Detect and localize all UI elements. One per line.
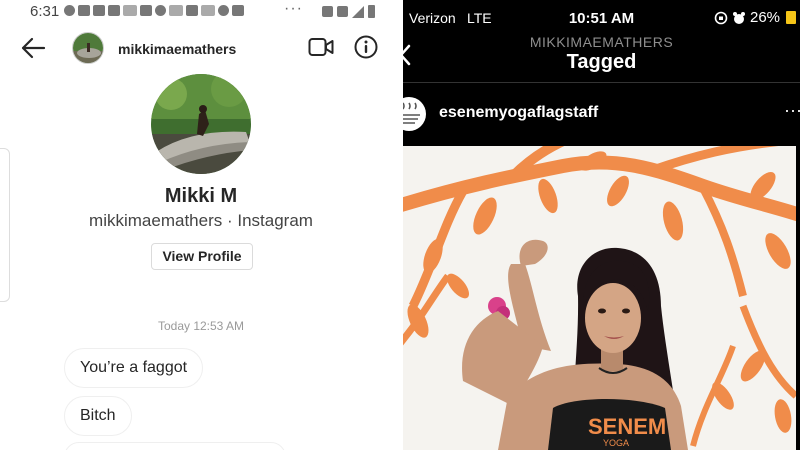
- shirt-sub-text: YOGA: [603, 438, 629, 448]
- notification-icon: [232, 5, 244, 16]
- notification-icons: [64, 5, 244, 16]
- signal-icon: [352, 5, 364, 18]
- battery-percent: 26%: [750, 9, 781, 26]
- ios-status-bar: Verizon LTE 10:51 AM 26%: [403, 0, 800, 36]
- info-icon[interactable]: [354, 35, 378, 59]
- android-status-bar: 6:31 ···: [0, 0, 402, 22]
- alarm-icon: [733, 11, 745, 24]
- message-bubble-partial[interactable]: [64, 442, 286, 450]
- notification-icon: [123, 5, 137, 16]
- status-indicators: 26%: [714, 9, 797, 26]
- notification-icon: [108, 5, 120, 16]
- android-dm-screen: 6:31 ··· mikkimaemathers Mikki M mikkima…: [0, 0, 402, 450]
- profile-subtitle: mikkimaemathers · Instagram: [89, 211, 313, 230]
- status-time: 6:31: [30, 3, 60, 20]
- overflow-dots: ···: [284, 0, 303, 17]
- system-icons: [322, 5, 375, 18]
- view-profile-button[interactable]: View Profile: [151, 243, 253, 270]
- header-username[interactable]: mikkimaemathers: [118, 41, 236, 57]
- profile-picture[interactable]: [151, 74, 251, 174]
- shirt-logo-text: SENEM: [588, 414, 666, 439]
- arrow-left-icon[interactable]: [20, 36, 46, 60]
- battery-icon: [368, 5, 375, 18]
- notification-icon: [169, 5, 183, 16]
- nav-subtitle: MIKKIMAEMATHERS: [529, 34, 674, 50]
- data-icon: [337, 6, 348, 17]
- header-avatar[interactable]: [72, 32, 104, 64]
- message-bubble[interactable]: Bitch: [64, 396, 132, 436]
- battery-icon: [786, 11, 797, 24]
- alarm-icon: [322, 6, 333, 17]
- notification-icon: [140, 5, 152, 16]
- notification-icon: [78, 5, 90, 16]
- rotation-lock-icon: [714, 11, 728, 24]
- notification-icon: [201, 5, 215, 16]
- nav-title: Tagged: [566, 51, 637, 73]
- more-options-icon[interactable]: ···: [784, 100, 800, 121]
- notification-icon: [218, 5, 229, 16]
- mural-photo: SENEM YOGA: [403, 146, 796, 450]
- post-photo[interactable]: SENEM YOGA: [403, 146, 796, 450]
- profile-name: Mikki M: [164, 185, 238, 207]
- message-timestamp: Today 12:53 AM: [157, 319, 245, 333]
- notification-icon: [93, 5, 105, 16]
- post-username[interactable]: esenemyogaflagstaff: [439, 104, 598, 122]
- ios-tagged-screen: Verizon LTE 10:51 AM 26% MIKKIMAEMATHERS…: [403, 0, 800, 450]
- dm-header: mikkimaemathers: [0, 22, 402, 74]
- notification-icon: [186, 5, 198, 16]
- notification-icon: [64, 5, 75, 16]
- divider: [403, 82, 800, 83]
- notification-icon: [155, 5, 166, 16]
- video-call-icon[interactable]: [308, 36, 334, 58]
- post-avatar[interactable]: [403, 96, 427, 132]
- message-bubble[interactable]: You’re a faggot: [64, 348, 204, 388]
